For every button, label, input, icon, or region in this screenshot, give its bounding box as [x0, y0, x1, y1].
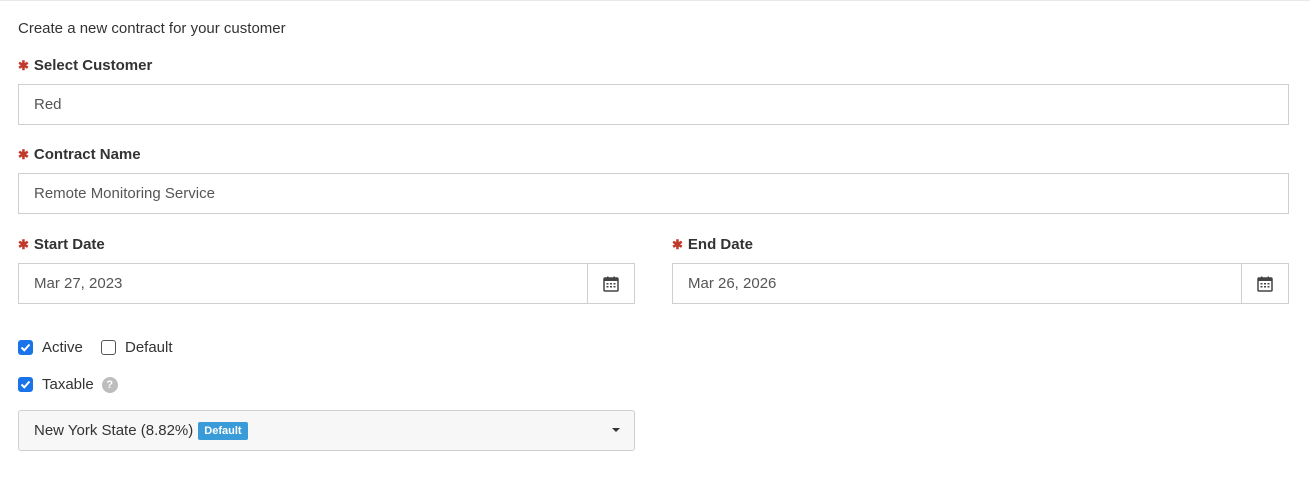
- help-icon[interactable]: ?: [101, 376, 118, 393]
- default-checkbox-row[interactable]: Default: [101, 339, 173, 356]
- calendar-icon: [1257, 276, 1273, 292]
- taxable-checkbox[interactable]: [18, 377, 33, 392]
- active-label: Active: [42, 339, 83, 356]
- customer-label-text: Select Customer: [33, 57, 153, 74]
- start-date-calendar-button[interactable]: [587, 264, 634, 303]
- contract-name-label-text: Contract Name: [33, 146, 141, 163]
- end-date-calendar-button[interactable]: [1241, 264, 1288, 303]
- required-marker: ✱: [18, 57, 29, 73]
- start-date-label-text: Start Date: [33, 236, 105, 253]
- default-badge: Default: [198, 421, 248, 440]
- active-checkbox[interactable]: [18, 340, 33, 355]
- required-marker: ✱: [672, 236, 683, 252]
- chevron-down-icon: [612, 428, 620, 432]
- calendar-icon: [603, 276, 619, 292]
- default-checkbox[interactable]: [101, 340, 116, 355]
- contract-name-value: Remote Monitoring Service: [34, 185, 215, 202]
- tax-rate-value: New York State (8.82%): [34, 422, 194, 439]
- start-date-input[interactable]: Mar 27, 2023: [34, 275, 587, 292]
- customer-label: ✱ Select Customer: [18, 57, 152, 74]
- end-date-label-text: End Date: [687, 236, 753, 253]
- active-checkbox-row[interactable]: Active: [18, 339, 83, 356]
- page-intro: Create a new contract for your customer: [18, 20, 286, 37]
- default-label: Default: [125, 339, 173, 356]
- taxable-label: Taxable: [42, 376, 94, 393]
- start-date-label: ✱ Start Date: [18, 236, 105, 253]
- customer-input[interactable]: Red: [18, 84, 1289, 125]
- required-marker: ✱: [18, 236, 29, 252]
- contract-name-input[interactable]: Remote Monitoring Service: [18, 173, 1289, 214]
- required-marker: ✱: [18, 146, 29, 162]
- end-date-label: ✱ End Date: [672, 236, 753, 253]
- checkmark-icon: [20, 343, 31, 352]
- taxable-checkbox-row[interactable]: Taxable ?: [18, 376, 118, 393]
- end-date-field: Mar 26, 2026: [672, 263, 1289, 304]
- contract-name-label: ✱ Contract Name: [18, 146, 141, 163]
- checkmark-icon: [20, 380, 31, 389]
- start-date-field: Mar 27, 2023: [18, 263, 635, 304]
- tax-rate-select[interactable]: New York State (8.82%) Default: [18, 410, 635, 451]
- customer-value: Red: [34, 96, 62, 113]
- top-divider: [0, 0, 1310, 1]
- end-date-input[interactable]: Mar 26, 2026: [688, 275, 1241, 292]
